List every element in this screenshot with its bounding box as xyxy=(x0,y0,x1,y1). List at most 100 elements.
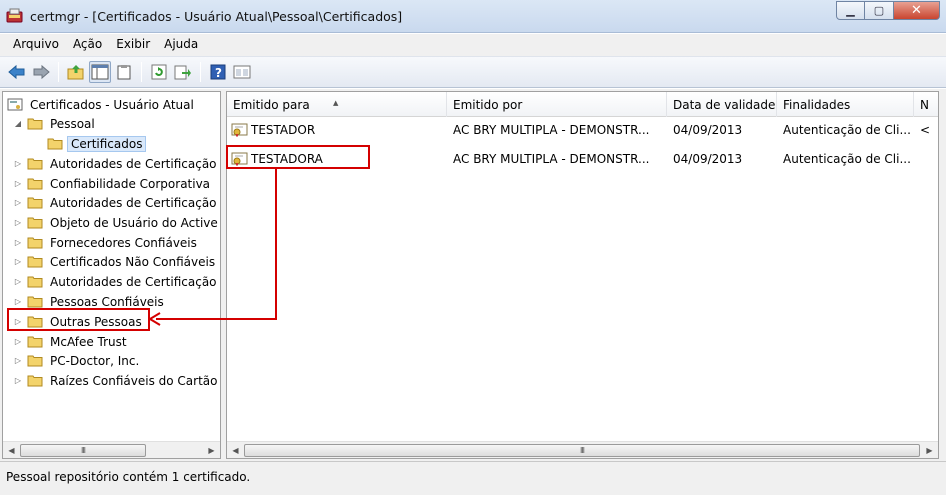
table-row[interactable]: TESTADOR AC BRY MULTIPLA - DEMONSTR... 0… xyxy=(227,120,938,142)
menu-arquivo[interactable]: Arquivo xyxy=(6,34,66,56)
column-header-nome-amigavel[interactable]: N xyxy=(914,92,938,117)
folder-icon xyxy=(27,276,43,288)
tree-root[interactable]: Certificados - Usuário Atual xyxy=(7,95,197,114)
expand-arrow-icon[interactable]: ▷ xyxy=(13,277,23,287)
tree-item-autoridades-1[interactable]: ▷ Autoridades de Certificação F xyxy=(13,154,220,173)
maximize-button[interactable]: ▢ xyxy=(865,1,894,20)
expand-arrow-icon[interactable]: ▷ xyxy=(13,376,23,386)
close-button[interactable]: ✕ xyxy=(894,1,940,20)
clipboard-button[interactable] xyxy=(113,61,135,83)
tree-horizontal-scrollbar[interactable]: ◀ III ▶ xyxy=(3,441,220,458)
tree-item-label: Outras Pessoas xyxy=(50,314,142,329)
help-icon: ? xyxy=(210,64,226,80)
back-arrow-icon xyxy=(8,64,25,80)
menu-ajuda[interactable]: Ajuda xyxy=(157,34,205,56)
properties-button[interactable] xyxy=(231,61,253,83)
scrollbar-thumb[interactable]: III xyxy=(244,444,920,457)
column-header-finalidades[interactable]: Finalidades xyxy=(777,92,914,117)
cell-friendly-name: < xyxy=(920,123,931,137)
scroll-right-icon[interactable]: ▶ xyxy=(203,442,220,458)
tree-item-pessoal[interactable]: ◢ Pessoal xyxy=(13,114,98,133)
expand-arrow-icon[interactable]: ▷ xyxy=(13,337,23,347)
toolbar-separator xyxy=(58,62,59,82)
folder-icon xyxy=(27,256,43,268)
tree-item-label: Pessoas Confiáveis xyxy=(50,294,164,309)
expand-arrow-icon[interactable]: ▷ xyxy=(13,356,23,366)
expand-arrow-icon[interactable]: ▷ xyxy=(13,257,23,267)
tree-item-certificados[interactable]: Certificados xyxy=(47,134,147,153)
tree-item-fornecedores[interactable]: ▷ Fornecedores Confiáveis xyxy=(13,233,200,252)
tree-item-autoridades-2[interactable]: ▷ Autoridades de Certificação I xyxy=(13,193,221,212)
forward-arrow-icon xyxy=(33,64,50,80)
tree-item-label: Autoridades de Certificação I xyxy=(50,195,221,210)
cell-issued-by: AC BRY MULTIPLA - DEMONSTR... xyxy=(453,123,650,137)
maximize-icon: ▢ xyxy=(873,4,885,17)
toolbar: ? xyxy=(0,56,946,88)
menu-exibir[interactable]: Exibir xyxy=(109,34,157,56)
properties-icon xyxy=(233,65,251,79)
tree-item-label: Raízes Confiáveis do Cartão I xyxy=(50,373,221,388)
collapse-arrow-icon[interactable]: ◢ xyxy=(13,119,23,129)
tree-item-pessoas-confiaveis[interactable]: ▷ Pessoas Confiáveis xyxy=(13,292,167,311)
console-area: Certificados - Usuário Atual ◢ Pessoal C… xyxy=(0,89,946,461)
scroll-left-icon[interactable]: ◀ xyxy=(3,442,20,458)
folder-icon xyxy=(27,336,43,348)
list-horizontal-scrollbar[interactable]: ◀ III ▶ xyxy=(227,441,938,458)
scroll-left-icon[interactable]: ◀ xyxy=(227,442,244,458)
refresh-icon xyxy=(151,64,167,80)
column-header-emitido-para[interactable]: Emitido para ▲ xyxy=(227,92,447,117)
tree-item-mcafee[interactable]: ▷ McAfee Trust xyxy=(13,332,130,351)
tree-item-nao-confiaveis[interactable]: ▷ Certificados Não Confiáveis xyxy=(13,252,218,271)
clipboard-icon xyxy=(117,65,131,80)
tree-item-raizes-cartao[interactable]: ▷ Raízes Confiáveis do Cartão I xyxy=(13,371,221,390)
show-hide-console-tree-button[interactable] xyxy=(89,61,111,83)
tree-item-objeto-usuario[interactable]: ▷ Objeto de Usuário do Active I xyxy=(13,213,220,232)
column-header-label: Emitido para xyxy=(233,98,310,112)
up-folder-icon xyxy=(67,65,84,80)
window-controls: ▁ ▢ ✕ xyxy=(836,1,940,21)
refresh-button[interactable] xyxy=(148,61,170,83)
scroll-right-icon[interactable]: ▶ xyxy=(921,442,938,458)
expand-arrow-icon[interactable]: ▷ xyxy=(13,218,23,228)
console-tree-pane[interactable]: Certificados - Usuário Atual ◢ Pessoal C… xyxy=(2,91,221,459)
status-bar: Pessoal repositório contém 1 certificado… xyxy=(0,461,946,495)
expand-arrow-icon[interactable]: ▷ xyxy=(13,159,23,169)
status-text: Pessoal repositório contém 1 certificado… xyxy=(6,470,251,484)
folder-icon xyxy=(27,178,43,190)
forward-button[interactable] xyxy=(30,61,52,83)
expand-arrow-icon[interactable]: ▷ xyxy=(13,317,23,327)
expand-arrow-icon[interactable]: ▷ xyxy=(13,198,23,208)
folder-icon xyxy=(27,316,43,328)
cell-expires: 04/09/2013 xyxy=(673,123,743,137)
tree-item-autoridades-3[interactable]: ▷ Autoridades de Certificação F xyxy=(13,272,220,291)
folder-icon xyxy=(27,375,43,387)
column-header-emitido-por[interactable]: Emitido por xyxy=(447,92,667,117)
tree-item-label: Confiabilidade Corporativa xyxy=(50,176,211,191)
minimize-button[interactable]: ▁ xyxy=(836,1,865,20)
expand-arrow-icon[interactable]: ▷ xyxy=(13,297,23,307)
table-row[interactable]: TESTADORA AC BRY MULTIPLA - DEMONSTR... … xyxy=(227,149,938,171)
menu-acao[interactable]: Ação xyxy=(66,34,109,56)
column-header-label: Finalidades xyxy=(783,98,851,112)
column-header-data-validade[interactable]: Data de validade xyxy=(667,92,777,117)
certificate-list-pane: Emitido para ▲ Emitido por Data de valid… xyxy=(226,91,939,459)
help-button[interactable]: ? xyxy=(207,61,229,83)
toolbar-separator xyxy=(141,62,142,82)
svg-text:?: ? xyxy=(215,66,222,80)
folder-open-icon xyxy=(27,118,43,130)
sort-ascending-icon: ▲ xyxy=(333,99,339,107)
column-header-label: Emitido por xyxy=(453,98,523,112)
certificate-icon xyxy=(231,123,248,137)
tree-item-pc-doctor[interactable]: ▷ PC-Doctor, Inc. xyxy=(13,351,142,370)
export-list-button[interactable] xyxy=(172,61,194,83)
tree-item-outras-pessoas[interactable]: ▷ Outras Pessoas xyxy=(13,312,145,331)
up-one-level-button[interactable] xyxy=(65,61,87,83)
scrollbar-thumb[interactable]: III xyxy=(20,444,146,457)
cell-purposes: Autenticação de Cli... xyxy=(783,152,911,166)
expand-arrow-icon[interactable]: ▷ xyxy=(13,179,23,189)
tree-item-confiabilidade[interactable]: ▷ Confiabilidade Corporativa xyxy=(13,174,213,193)
certmgr-app-icon xyxy=(6,8,23,23)
expand-arrow-icon[interactable]: ▷ xyxy=(13,238,23,248)
toolbar-separator xyxy=(200,62,201,82)
back-button[interactable] xyxy=(6,61,28,83)
